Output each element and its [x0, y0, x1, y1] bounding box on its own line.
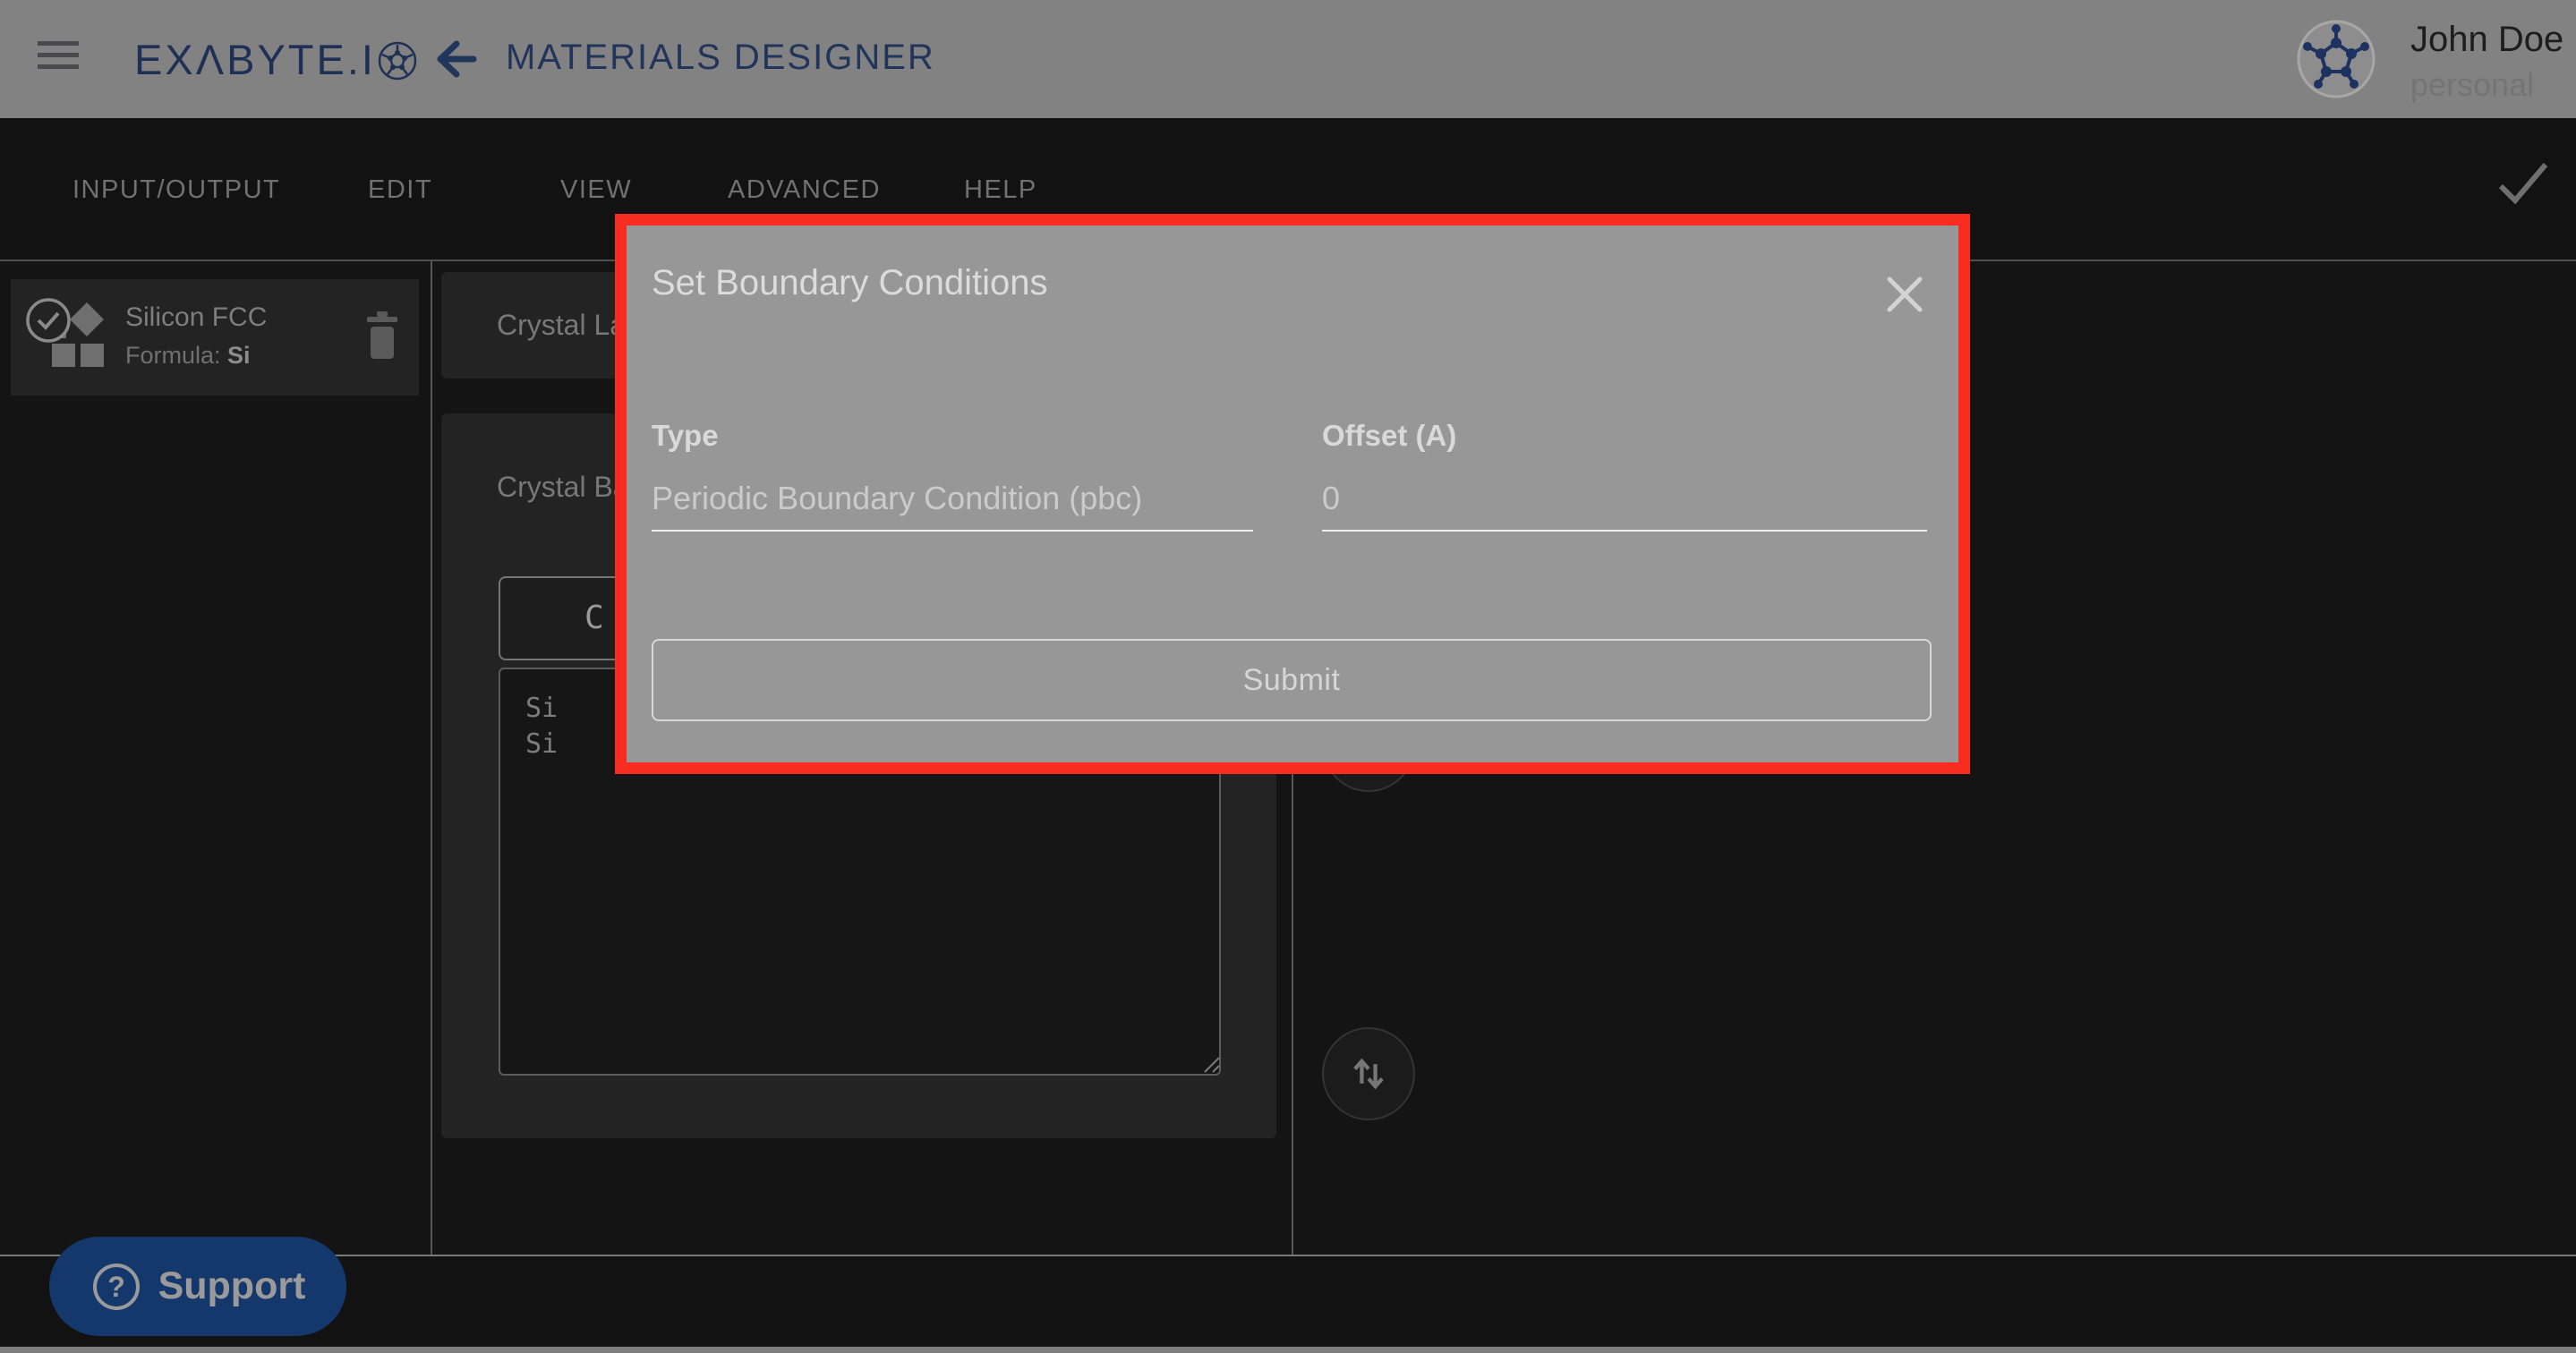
material-title: Silicon FCC: [125, 302, 267, 333]
formula-label: Formula:: [125, 342, 227, 369]
back-arrow-icon[interactable]: [432, 36, 479, 82]
help-circle-icon: ?: [90, 1261, 142, 1313]
sidebar-divider: [431, 261, 432, 1255]
menu-advanced[interactable]: ADVANCED: [728, 175, 881, 205]
textarea-resize-handle[interactable]: [1198, 1051, 1221, 1074]
save-check-icon[interactable]: [2494, 156, 2551, 213]
delete-material-icon[interactable]: [362, 311, 403, 360]
modal-title: Set Boundary Conditions: [652, 263, 1048, 303]
material-widgets-check-icon: [25, 297, 111, 383]
material-list-item[interactable]: Silicon FCC Formula: Si: [11, 279, 419, 396]
offset-field-label: Offset (A): [1322, 419, 1456, 453]
formula-value: Si: [227, 342, 251, 369]
set-boundary-conditions-modal: Set Boundary Conditions Type Offset (A) …: [615, 214, 1970, 774]
submit-button[interactable]: Submit: [652, 639, 1932, 721]
swap-axes-button[interactable]: [1322, 1027, 1415, 1120]
offset-underline: [1322, 530, 1927, 532]
materials-designer-screen: EXΛBYTE.I MATERIALS DESIGNER: [0, 0, 2576, 1353]
menu-view[interactable]: VIEW: [560, 175, 632, 205]
material-formula: Formula: Si: [125, 342, 251, 370]
user-workspace: personal: [2410, 66, 2534, 104]
user-name[interactable]: John Doe: [2410, 20, 2563, 60]
top-header: EXΛBYTE.I MATERIALS DESIGNER: [0, 0, 2576, 118]
hamburger-menu-icon[interactable]: [38, 41, 79, 72]
page-title: MATERIALS DESIGNER: [506, 0, 935, 115]
exabyte-logo[interactable]: EXΛBYTE.I: [134, 0, 417, 118]
offset-input[interactable]: [1322, 480, 1895, 517]
type-underline: [652, 530, 1253, 532]
close-icon[interactable]: [1884, 274, 1925, 315]
support-label: Support: [158, 1264, 306, 1308]
logo-ball-icon: [378, 41, 417, 81]
user-avatar[interactable]: [2297, 20, 2376, 98]
menu-edit[interactable]: EDIT: [368, 175, 432, 205]
logo-text: EXΛBYTE.I: [134, 35, 376, 84]
swap-vert-icon: [1345, 1051, 1392, 1097]
type-select[interactable]: Periodic Boundary Condition (pbc): [652, 480, 1142, 517]
menu-help[interactable]: HELP: [964, 175, 1037, 205]
support-button[interactable]: ? Support: [49, 1237, 346, 1336]
svg-text:?: ?: [107, 1271, 125, 1303]
bottom-bar: [0, 1255, 2576, 1353]
menu-input-output[interactable]: INPUT/OUTPUT: [73, 175, 280, 205]
bottom-scroll-strip: [0, 1347, 2576, 1353]
type-field-label: Type: [652, 419, 719, 453]
